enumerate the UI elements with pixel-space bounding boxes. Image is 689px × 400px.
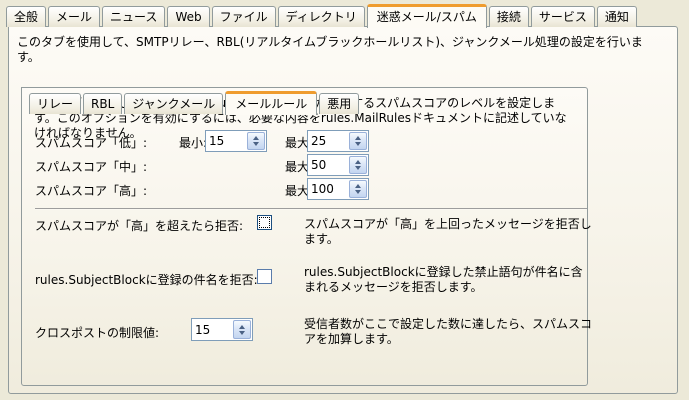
score-high-max-spin-buttons[interactable] xyxy=(349,180,367,198)
tab-general[interactable]: 全般 xyxy=(6,6,46,27)
reject-high-label: スパムスコアが「高」を超えたら拒否: xyxy=(35,217,243,234)
tab-relay[interactable]: リレー xyxy=(29,93,81,114)
score-low-min-input[interactable] xyxy=(206,131,246,151)
spin-up-icon[interactable] xyxy=(253,136,259,140)
spin-down-icon[interactable] xyxy=(253,142,259,146)
spam-tab-panel: このタブを使用して、SMTPリレー、RBL(リアルタイムブラックホールリスト)、… xyxy=(8,26,678,394)
tab-rbl[interactable]: RBL xyxy=(83,93,122,114)
tab-service[interactable]: サービス xyxy=(531,6,595,27)
spin-down-icon[interactable] xyxy=(355,142,361,146)
spin-up-icon[interactable] xyxy=(355,160,361,164)
score-mid-max-input[interactable] xyxy=(308,155,348,175)
tab-web[interactable]: Web xyxy=(167,6,209,27)
spin-down-icon[interactable] xyxy=(355,166,361,170)
mailrules-panel: このタブを使用して、rules.MailRulesドキュメントが記録するスパムス… xyxy=(21,87,588,386)
score-low-min-spin-buttons[interactable] xyxy=(247,132,265,150)
reject-high-checkbox[interactable] xyxy=(257,215,272,230)
spin-up-icon[interactable] xyxy=(355,184,361,188)
reject-subject-label: rules.SubjectBlockに登録の件名を拒否: xyxy=(35,271,258,288)
tab-abuse[interactable]: 悪用 xyxy=(319,93,359,114)
tab-news[interactable]: ニュース xyxy=(102,6,165,27)
score-high-max-spinbox[interactable] xyxy=(307,178,369,200)
inner-tab-strip: リレー RBL ジャンクメール メールルール 悪用 xyxy=(29,86,359,114)
tab-spam[interactable]: 迷惑メール/スパム xyxy=(367,4,487,28)
tab-junkmail[interactable]: ジャンクメール xyxy=(124,93,223,114)
crosspost-spin-buttons[interactable] xyxy=(233,320,251,339)
score-low-min-spinbox[interactable] xyxy=(205,130,267,152)
score-low-max-spinbox[interactable] xyxy=(307,130,369,152)
score-low-max-spin-buttons[interactable] xyxy=(349,132,367,150)
score-low-label: スパムスコア「低」: xyxy=(35,134,147,151)
spam-tab-description: このタブを使用して、SMTPリレー、RBL(リアルタイムブラックホールリスト)、… xyxy=(17,35,662,65)
crosspost-limit-description: 受信者数がここで設定した数に達したら、スパムスコアを加算します。 xyxy=(304,317,592,347)
crosspost-limit-spinbox[interactable] xyxy=(191,318,253,341)
score-mid-max-spin-buttons[interactable] xyxy=(349,156,367,174)
section-divider xyxy=(35,208,587,209)
tab-directory[interactable]: ディレクトリ xyxy=(278,6,365,27)
settings-window: 全般 メール ニュース Web ファイル ディレクトリ 迷惑メール/スパム 接続… xyxy=(0,0,689,400)
tab-connection[interactable]: 接続 xyxy=(489,6,529,27)
reject-subject-checkbox[interactable] xyxy=(257,269,272,284)
tab-file[interactable]: ファイル xyxy=(212,6,276,27)
crosspost-limit-label: クロスポストの制限値: xyxy=(35,324,159,341)
spin-up-icon[interactable] xyxy=(239,325,245,329)
score-mid-max-spinbox[interactable] xyxy=(307,154,369,176)
score-low-min-label: 最小: xyxy=(179,134,207,151)
score-mid-label: スパムスコア「中」: xyxy=(35,158,147,175)
crosspost-limit-input[interactable] xyxy=(192,319,232,340)
tab-notification[interactable]: 通知 xyxy=(597,6,637,27)
score-high-max-input[interactable] xyxy=(308,179,348,199)
spin-down-icon[interactable] xyxy=(355,190,361,194)
spin-down-icon[interactable] xyxy=(239,331,245,335)
tab-mailrules[interactable]: メールルール xyxy=(225,91,317,115)
reject-high-description: スパムスコアが「高」を上回ったメッセージを拒否します。 xyxy=(304,217,592,247)
top-tab-strip: 全般 メール ニュース Web ファイル ディレクトリ 迷惑メール/スパム 接続… xyxy=(6,3,637,27)
reject-subject-description: rules.SubjectBlockに登録した禁止語句が件名に含まれるメッセージ… xyxy=(304,265,592,295)
score-low-max-input[interactable] xyxy=(308,131,348,151)
spin-up-icon[interactable] xyxy=(355,136,361,140)
tab-mail[interactable]: メール xyxy=(48,6,100,27)
score-high-label: スパムスコア「高」: xyxy=(35,182,147,199)
